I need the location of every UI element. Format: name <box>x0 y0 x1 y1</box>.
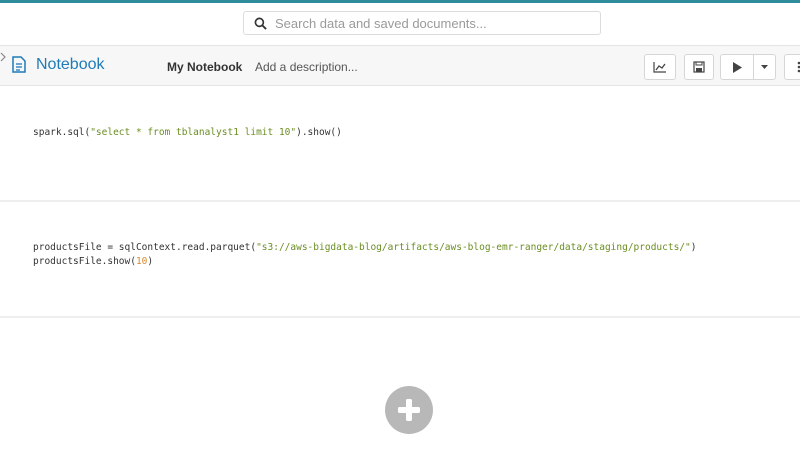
code-line: spark.sql("select * from tblanalyst1 lim… <box>33 126 342 140</box>
chevron-left-icon[interactable] <box>0 52 6 62</box>
code-cell[interactable]: productsFile = sqlContext.read.parquet("… <box>0 202 800 316</box>
save-icon <box>693 61 705 73</box>
code-number: 10 <box>135 256 148 267</box>
code-text: spark.sql( <box>33 127 91 138</box>
code-text: ) <box>147 256 154 267</box>
notebook-description[interactable]: Add a description... <box>255 60 358 74</box>
top-accent-strip <box>0 0 800 3</box>
cell-divider <box>0 316 800 318</box>
code-line: productsFile.show(10) <box>33 255 696 269</box>
more-button[interactable] <box>784 54 800 80</box>
plus-icon <box>398 399 420 421</box>
notebook-name[interactable]: My Notebook <box>167 60 242 74</box>
code-string: "select * from tblanalyst1 limit 10" <box>90 127 297 138</box>
play-icon <box>733 61 742 73</box>
notebook-header: Notebook My Notebook Add a description..… <box>0 45 800 86</box>
search-icon <box>254 17 267 30</box>
notebook-icon <box>12 56 26 73</box>
code-editor[interactable]: spark.sql("select * from tblanalyst1 lim… <box>33 126 342 140</box>
page-title: Notebook <box>36 56 105 73</box>
chart-button[interactable] <box>644 54 676 80</box>
run-button-group[interactable] <box>720 54 776 80</box>
caret-down-icon <box>761 65 768 69</box>
code-text: ) <box>690 242 697 253</box>
code-cell[interactable]: spark.sql("select * from tblanalyst1 lim… <box>0 86 800 200</box>
run-button[interactable] <box>721 55 754 79</box>
more-icon <box>797 61 800 73</box>
code-line: productsFile = sqlContext.read.parquet("… <box>33 241 696 255</box>
chart-icon <box>653 62 666 73</box>
save-button[interactable] <box>684 54 714 80</box>
code-text: ).show() <box>296 127 342 138</box>
code-string: "s3://aws-bigdata-blog/artifacts/aws-blo… <box>256 242 691 253</box>
code-text: productsFile.show( <box>33 256 136 267</box>
add-cell-button[interactable] <box>385 386 433 434</box>
run-options-button[interactable] <box>754 65 775 69</box>
code-editor[interactable]: productsFile = sqlContext.read.parquet("… <box>33 241 696 269</box>
search-input[interactable] <box>273 14 600 32</box>
code-text: productsFile = sqlContext.read.parquet( <box>33 242 257 253</box>
search-bar[interactable] <box>243 11 601 35</box>
